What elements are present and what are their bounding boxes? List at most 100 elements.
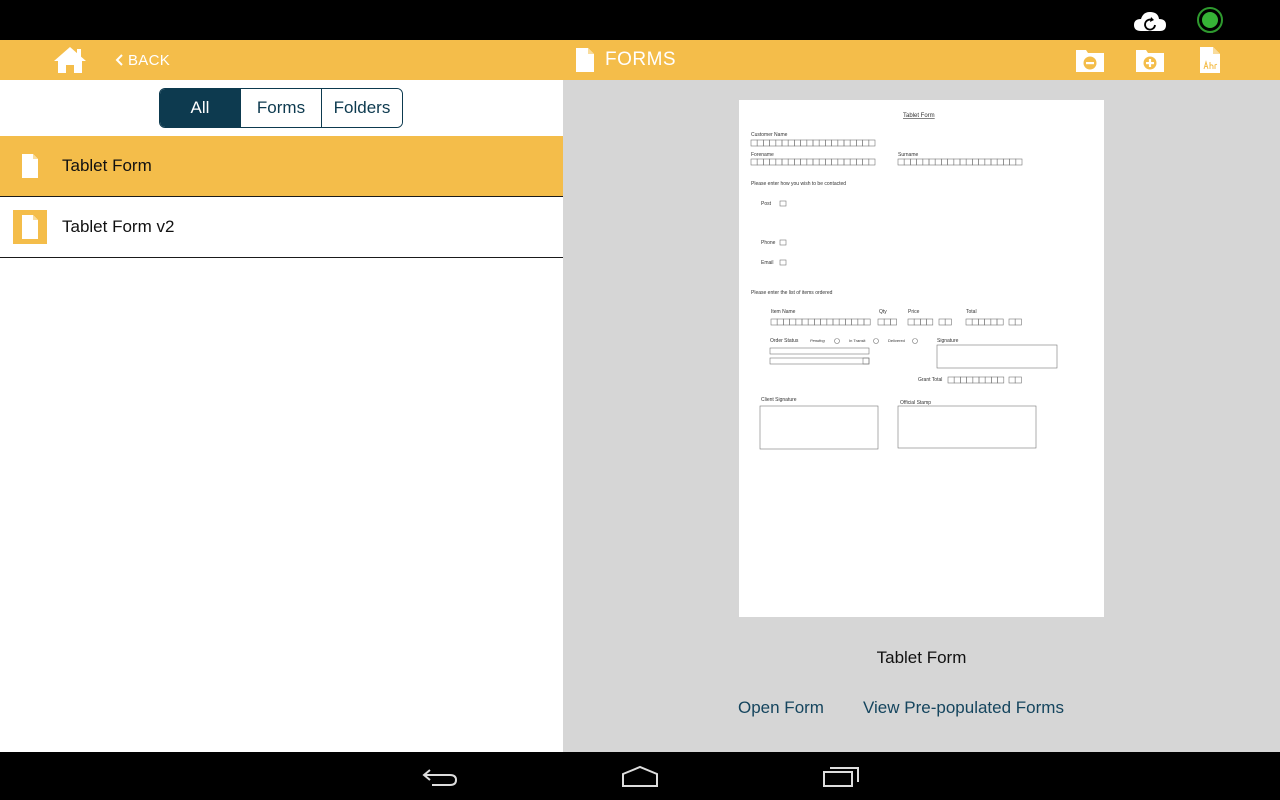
sheet-label: Phone [761,240,776,246]
sheet-field-box [763,139,770,147]
filter-folders[interactable]: Folders [321,89,402,127]
sheet-field-box [779,259,787,266]
sheet-field-box [944,318,952,326]
sheet-field-box [947,376,955,384]
sheet-field-box [857,318,865,326]
sheet-field-box [941,158,948,166]
sheet-field-box [978,158,986,166]
remove-folder-icon[interactable] [1075,46,1105,74]
filter-segmented-control: All Forms Folders [159,88,403,128]
sheet-label: Please enter the list of items ordered [751,290,833,296]
sheet-field-box [781,158,789,166]
sheet-field-box [770,318,778,326]
sheet-label: Please enter how you wish to be contacte… [751,181,846,187]
sheet-label: Signature [937,338,959,344]
sheet-label: Delivered [888,338,905,343]
sheet-field-box [965,158,973,166]
sheet-field-box [1008,376,1016,384]
sheet-field-box [775,139,783,147]
sheet-field-box [832,318,840,326]
sheet-field-box [750,158,758,166]
rename-form-icon[interactable] [1195,46,1225,74]
sheet-radio-circle [912,338,918,344]
sheet-field-box [814,318,821,326]
sheet-field-box [920,318,927,326]
sheet-field-box [996,318,1004,326]
back-button[interactable]: BACK [114,50,170,70]
sheet-field-box [801,318,809,326]
list-item[interactable]: Tablet Form v2 [0,197,563,258]
sheet-label: Forename [751,152,774,158]
sheet-field-box [820,318,828,326]
sheet-radio-circle [873,338,879,344]
sheet-field-box [800,158,808,166]
sheet-label: Qty [879,309,887,315]
sheet-heading: Tablet Form [903,113,935,119]
sheet-field-box [972,158,979,166]
back-nav-icon[interactable] [420,764,460,788]
sheet-field-box [818,158,826,166]
sheet-field-box [818,139,826,147]
form-preview-thumbnail[interactable]: Tablet Form Customer Name Forename Surna… [739,100,1104,617]
sheet-field-box [831,158,839,166]
sheet-field-box [849,158,857,166]
sheet-field-box [868,158,876,166]
sheet-field-box [779,239,787,246]
sheet-field-box [953,376,961,384]
sheet-field-box [984,158,992,166]
sheet-field-box [903,158,911,166]
form-file-icon [13,210,47,244]
view-prepopulated-forms-link[interactable]: View Pre-populated Forms [863,698,1064,718]
list-item-label: Tablet Form [62,156,152,175]
sheet-field-box [756,139,764,147]
sheet-field-box [863,318,871,326]
sheet-field-box [781,139,789,147]
sheet-field-box [1008,318,1016,326]
sheet-label: Client Signature [761,397,797,403]
page-title: FORMS [605,49,677,70]
filter-all[interactable]: All [160,89,240,127]
sheet-field-box [812,158,820,166]
recents-nav-icon[interactable] [821,764,861,788]
sheet-field-box [787,158,795,166]
sheet-label: Surname [898,152,919,158]
sheet-field-box [769,357,870,365]
list-item[interactable]: Tablet Form [0,136,563,197]
top-toolbar: BACK FORMS [0,40,1280,80]
sheet-field-box [862,158,870,166]
home-icon[interactable] [52,45,88,75]
sheet-field-box [997,376,1005,384]
sheet-label: Pending [810,338,825,343]
add-folder-icon[interactable] [1135,46,1165,74]
sheet-field-box [769,139,777,147]
sheet-field-box [750,139,758,147]
sheet-field-box [890,318,897,326]
sheet-field-box [794,158,801,166]
sheet-field-box [759,405,879,450]
open-form-link[interactable]: Open Form [738,698,824,718]
sheet-field-box [843,139,851,147]
filter-forms[interactable]: Forms [240,89,321,127]
sheet-field-box [812,139,820,147]
sheet-field-box [825,158,832,166]
sheet-field-box [769,158,777,166]
sheet-field-box [966,376,974,384]
chevron-left-icon [115,54,123,66]
sheet-field-box [922,158,930,166]
sheet-field-box [789,318,797,326]
sheet-field-box [868,139,876,147]
system-navigation-bar [0,752,1280,800]
sheet-field-box [806,139,814,147]
sheet-field-box [990,318,998,326]
sheet-field-box [907,318,915,326]
sheet-field-box [978,318,985,326]
sheet-field-box [851,318,859,326]
home-nav-icon[interactable] [620,764,660,788]
sheet-label: Price [908,309,920,315]
sheet-field-box [897,158,905,166]
sheet-label: Grant Total [918,377,942,383]
page-title-group: FORMS [575,47,676,73]
sheet-label: Item Name [771,309,796,315]
sheet-field-box [856,158,863,166]
sheet-field-box [862,357,870,365]
